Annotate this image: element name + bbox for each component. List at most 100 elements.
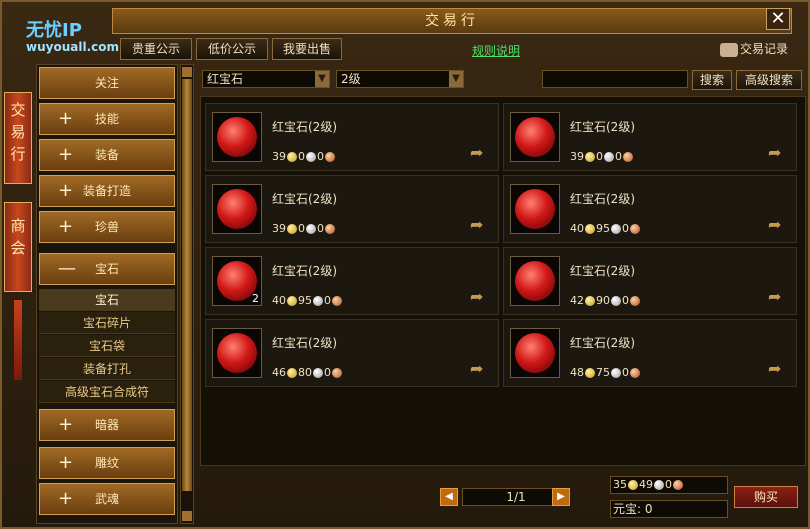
- close-button[interactable]: ✕: [766, 8, 790, 30]
- share-icon[interactable]: ➦: [470, 145, 490, 161]
- item-card[interactable]: 红宝石(2级) 42 90 0 ➦: [503, 247, 797, 315]
- share-icon[interactable]: ➦: [470, 289, 490, 305]
- red-gem-icon: [515, 189, 555, 229]
- item-card[interactable]: 红宝石(2级) 39 0 0 ➦: [205, 103, 499, 171]
- side-tab-guild[interactable]: 商 会: [4, 202, 32, 292]
- logo-line2: wuyouall.com: [26, 40, 119, 54]
- gold-coin-icon: [287, 368, 297, 378]
- item-card[interactable]: 红宝石(2级) 39 0 0 ➦: [205, 175, 499, 243]
- search-input[interactable]: [542, 70, 688, 88]
- item-card[interactable]: 红宝石(2级) 40 95 0 ➦: [503, 175, 797, 243]
- item-thumb: [510, 184, 560, 234]
- tab-sell[interactable]: 我要出售: [272, 38, 342, 60]
- side-tab-trade[interactable]: 交 易 行: [4, 92, 32, 184]
- price-copper: 0: [324, 294, 331, 307]
- item-thumb: [510, 112, 560, 162]
- gold-coin-icon: [585, 224, 595, 234]
- silver-coin-icon: [611, 224, 621, 234]
- share-icon[interactable]: ➦: [470, 217, 490, 233]
- category-hidden-weapon[interactable]: + 暗器: [39, 409, 175, 441]
- copper-coin-icon: [630, 224, 640, 234]
- red-gem-icon: [217, 261, 257, 301]
- item-card[interactable]: 红宝石(2级) 48 75 0 ➦: [503, 319, 797, 387]
- scroll-thumb[interactable]: [182, 79, 192, 491]
- share-icon[interactable]: ➦: [768, 145, 788, 161]
- share-icon[interactable]: ➦: [768, 217, 788, 233]
- item-card[interactable]: 红宝石(2级) 46 80 0 ➦: [205, 319, 499, 387]
- buy-button[interactable]: 购买: [734, 486, 798, 508]
- gem-type-select[interactable]: 红宝石 ▼: [202, 70, 330, 88]
- share-icon[interactable]: ➦: [768, 361, 788, 377]
- category-scrollbar[interactable]: [180, 64, 194, 524]
- item-card[interactable]: 2 红宝石(2级) 40 95 0 ➦: [205, 247, 499, 315]
- item-price: 42 90 0: [570, 294, 641, 307]
- copper-coin-icon: [332, 368, 342, 378]
- trade-record-button[interactable]: 交易记录: [720, 38, 804, 60]
- scroll-down-arrow[interactable]: [182, 511, 192, 521]
- category-pet[interactable]: + 珍兽: [39, 211, 175, 243]
- item-price: 39 0 0: [272, 222, 336, 235]
- next-page-button[interactable]: ▶: [552, 488, 570, 506]
- subitem-gem[interactable]: 宝石: [39, 289, 175, 311]
- subitem-gem-fragment[interactable]: 宝石碎片: [39, 312, 175, 334]
- price-silver: 0: [298, 150, 305, 163]
- yuanbao-box: 元宝: 0: [610, 500, 728, 518]
- copper-coin-icon: [630, 296, 640, 306]
- category-warsoul[interactable]: + 武魂: [39, 483, 175, 515]
- tab-lowprice-notice[interactable]: 低价公示: [196, 38, 268, 60]
- price-silver: 95: [596, 222, 610, 235]
- silver-coin-icon: [654, 480, 664, 490]
- item-qty: 2: [252, 292, 259, 305]
- level-select[interactable]: 2级 ▼: [336, 70, 464, 88]
- item-thumb: [212, 184, 262, 234]
- price-gold: 39: [570, 150, 584, 163]
- share-icon[interactable]: ➦: [768, 289, 788, 305]
- silver-coin-icon: [611, 368, 621, 378]
- item-name: 红宝石(2级): [570, 192, 635, 206]
- prev-page-button[interactable]: ◀: [440, 488, 458, 506]
- category-skill[interactable]: + 技能: [39, 103, 175, 135]
- red-gem-icon: [217, 117, 257, 157]
- price-copper: 0: [317, 222, 324, 235]
- item-card[interactable]: 红宝石(2级) 39 0 0 ➦: [503, 103, 797, 171]
- category-label: 装备打造: [82, 184, 131, 198]
- subitem-gem-bag[interactable]: 宝石袋: [39, 335, 175, 357]
- copper-coin-icon: [325, 152, 335, 162]
- search-button[interactable]: 搜索: [692, 70, 732, 90]
- scroll-up-arrow[interactable]: [182, 67, 192, 77]
- category-gem[interactable]: — 宝石: [39, 253, 175, 285]
- silver-coin-icon: [313, 296, 323, 306]
- chevron-down-icon: ▼: [449, 71, 463, 87]
- item-price: 39 0 0: [272, 150, 336, 163]
- price-silver: 0: [298, 222, 305, 235]
- category-engraving[interactable]: + 雕纹: [39, 447, 175, 479]
- price-silver: 0: [596, 150, 603, 163]
- filter-bar: 红宝石 ▼ 2级 ▼ 搜索 高级搜索: [200, 68, 806, 92]
- price-silver: 75: [596, 366, 610, 379]
- price-copper: 0: [615, 150, 622, 163]
- tab-valuable-notice[interactable]: 贵重公示: [120, 38, 192, 60]
- money-silver: 49: [639, 478, 653, 491]
- gold-coin-icon: [585, 152, 595, 162]
- tassel-ornament: [14, 300, 22, 380]
- side-tab-char: 行: [10, 145, 26, 163]
- category-forge[interactable]: + 装备打造: [39, 175, 175, 207]
- copper-coin-icon: [332, 296, 342, 306]
- item-thumb: [510, 328, 560, 378]
- advanced-search-button[interactable]: 高级搜索: [736, 70, 802, 90]
- item-name: 红宝石(2级): [570, 336, 635, 350]
- subitem-advanced-talisman[interactable]: 高级宝石合成符: [39, 381, 175, 403]
- subitem-socket[interactable]: 装备打孔: [39, 358, 175, 380]
- category-follow[interactable]: 关注: [39, 67, 175, 99]
- rules-link[interactable]: 规则说明: [472, 42, 520, 59]
- category-label: 关注: [94, 76, 119, 90]
- item-grid: 红宝石(2级) 39 0 0 ➦ 红宝石(2级) 39 0 0 ➦ 红宝石(2级) 39…: [200, 96, 806, 466]
- silver-coin-icon: [313, 368, 323, 378]
- silver-coin-icon: [611, 296, 621, 306]
- gem-type-value: 红宝石: [207, 72, 244, 86]
- share-icon[interactable]: ➦: [470, 361, 490, 377]
- item-thumb: 2: [212, 256, 262, 306]
- price-copper: 0: [622, 366, 629, 379]
- category-equipment[interactable]: + 装备: [39, 139, 175, 171]
- item-price: 48 75 0: [570, 366, 641, 379]
